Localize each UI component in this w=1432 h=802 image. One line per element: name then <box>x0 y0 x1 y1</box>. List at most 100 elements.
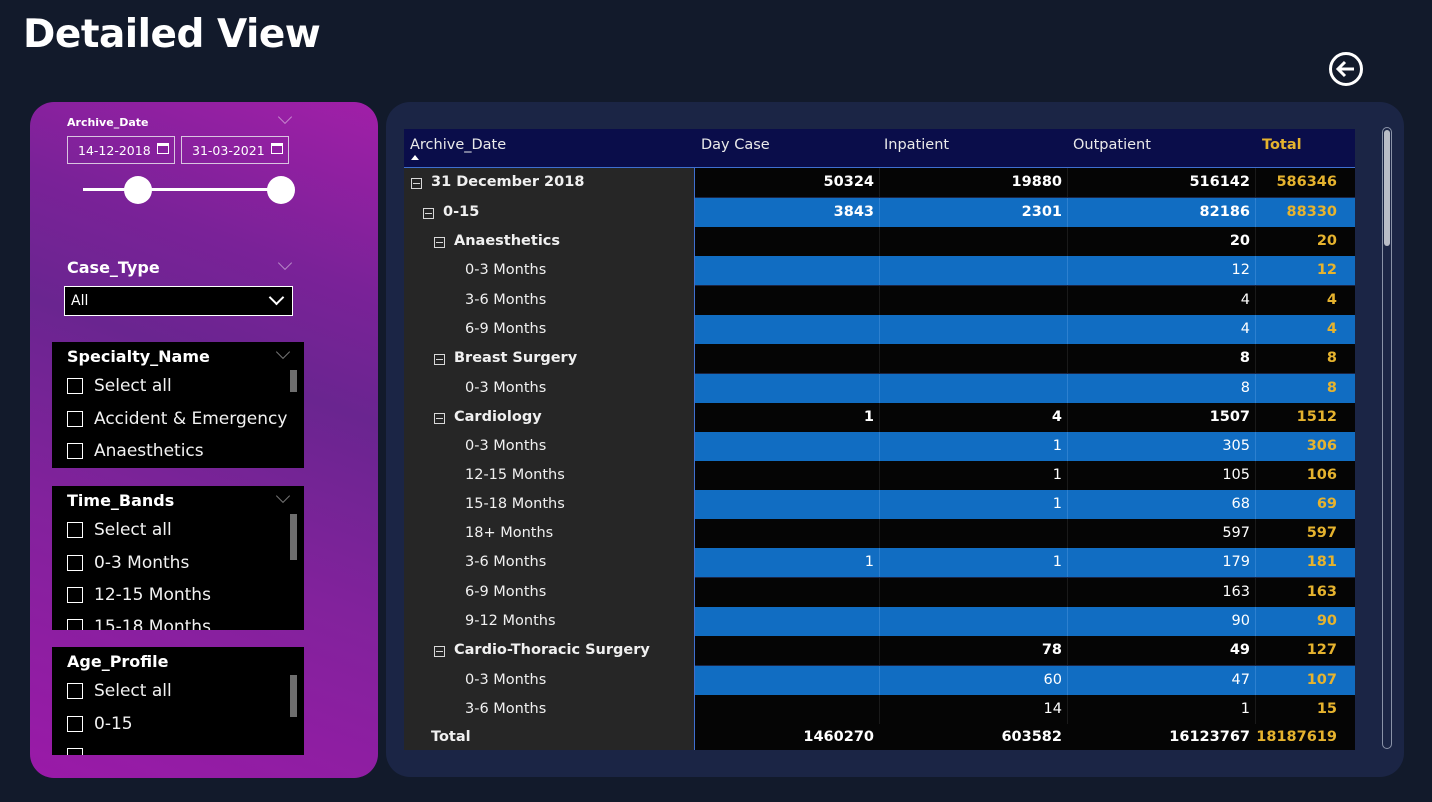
chevron-down-icon[interactable] <box>277 255 293 271</box>
column-header-archive-date[interactable]: Archive_Date <box>410 137 506 153</box>
cell-divider <box>1067 578 1068 607</box>
cell-value: 19880 <box>1011 174 1062 190</box>
end-date-input[interactable]: 31-03-2021 <box>181 136 289 164</box>
date-range-slider-track[interactable] <box>83 188 281 191</box>
checkbox[interactable] <box>67 683 83 699</box>
cell-value: 106 <box>1306 467 1337 483</box>
slicer-option-select-all[interactable]: Select all <box>67 679 172 703</box>
chevron-down-icon[interactable] <box>275 488 291 504</box>
row-label: Breast Surgery <box>454 350 578 366</box>
row-label: 15-18 Months <box>465 496 565 512</box>
slicer-option[interactable]: Accident & Emergency <box>67 407 287 431</box>
matrix-scrollbar[interactable] <box>1382 127 1392 749</box>
cell-value: 12 <box>1316 262 1337 278</box>
date-range-end-thumb[interactable] <box>267 176 295 204</box>
row-label: 0-15 <box>443 204 480 220</box>
cell-divider <box>879 403 880 432</box>
slicer-scrollbar[interactable] <box>290 675 297 717</box>
case-type-label: Case_Type <box>67 258 160 277</box>
cell-divider <box>879 198 880 227</box>
collapse-minus-icon[interactable] <box>434 354 445 365</box>
row-label: Anaesthetics <box>454 233 561 249</box>
checkbox[interactable] <box>67 378 83 394</box>
cell-divider <box>879 578 880 607</box>
slicer-option[interactable]: Anaesthetics <box>67 439 204 463</box>
row-label: 0-3 Months <box>465 262 547 278</box>
cell-value: 1 <box>863 409 874 425</box>
row-label: 6-9 Months <box>465 584 547 600</box>
total-cell-value: 18187619 <box>1256 729 1337 745</box>
specialty-slicer: Specialty_Name Select all Accident & Eme… <box>52 342 304 468</box>
checkbox[interactable] <box>67 587 83 603</box>
total-row-label: Total <box>431 729 471 745</box>
cell-divider <box>1067 666 1068 695</box>
matrix-scrollbar-thumb[interactable] <box>1384 130 1390 246</box>
checkbox[interactable] <box>67 522 83 538</box>
slicer-option[interactable]: 15-18 Months <box>67 615 211 630</box>
slicer-option[interactable]: 12-15 Months <box>67 583 211 607</box>
cell-divider <box>879 666 880 695</box>
cell-value: 163 <box>1306 584 1337 600</box>
calendar-icon[interactable] <box>271 143 283 154</box>
column-header-total[interactable]: Total <box>1262 137 1302 153</box>
cell-divider <box>1067 315 1068 344</box>
checkbox[interactable] <box>67 748 83 755</box>
column-header-day-case[interactable]: Day Case <box>701 137 770 153</box>
collapse-minus-icon[interactable] <box>434 413 445 424</box>
cell-divider <box>1067 695 1068 724</box>
age-profile-slicer-title: Age_Profile <box>67 652 169 671</box>
back-arrow-circle-icon[interactable] <box>1328 51 1364 87</box>
cell-divider <box>1067 461 1068 490</box>
column-header-outpatient[interactable]: Outpatient <box>1073 137 1151 153</box>
slicer-option[interactable]: 0-15 <box>67 712 133 736</box>
cell-divider <box>1067 432 1068 461</box>
cell-divider <box>1067 548 1068 577</box>
slicer-scrollbar[interactable] <box>290 370 297 392</box>
slicer-scrollbar[interactable] <box>290 514 297 560</box>
collapse-minus-icon[interactable] <box>423 208 434 219</box>
cell-divider <box>1067 607 1068 636</box>
checkbox[interactable] <box>67 411 83 427</box>
cell-value: 1512 <box>1296 409 1337 425</box>
cell-value: 8 <box>1326 350 1337 366</box>
slicer-option-select-all[interactable]: Select all <box>67 518 172 542</box>
cell-divider <box>879 490 880 519</box>
column-header-inpatient[interactable]: Inpatient <box>884 137 949 153</box>
cell-divider <box>879 168 880 197</box>
cell-divider <box>879 432 880 461</box>
end-date-value: 31-03-2021 <box>192 143 265 158</box>
cell-value: 69 <box>1316 496 1337 512</box>
checkbox[interactable] <box>67 619 83 630</box>
collapse-minus-icon[interactable] <box>434 646 445 657</box>
slicer-option[interactable]: 0-3 Months <box>67 551 189 575</box>
cell-value: 586346 <box>1276 174 1337 190</box>
checkbox[interactable] <box>67 443 83 459</box>
cell-divider <box>1067 198 1068 227</box>
slicer-option-select-all[interactable]: Select all <box>67 374 172 398</box>
cell-value: 90 <box>1316 613 1337 629</box>
cell-value: 1 <box>1052 496 1062 512</box>
chevron-down-icon[interactable] <box>277 109 293 125</box>
row-label: 6-9 Months <box>465 321 547 337</box>
cell-value: 88330 <box>1286 204 1337 220</box>
checkbox[interactable] <box>67 555 83 571</box>
cell-value: 127 <box>1306 642 1337 658</box>
date-range-start-thumb[interactable] <box>124 176 152 204</box>
chevron-down-icon[interactable] <box>275 344 291 360</box>
cell-divider <box>879 315 880 344</box>
collapse-minus-icon[interactable] <box>434 237 445 248</box>
collapse-minus-icon[interactable] <box>411 178 422 189</box>
checkbox[interactable] <box>67 716 83 732</box>
start-date-input[interactable]: 14-12-2018 <box>67 136 175 164</box>
calendar-icon[interactable] <box>157 143 169 154</box>
cell-value: 107 <box>1306 672 1337 688</box>
cell-value: 4 <box>1051 409 1062 425</box>
sort-ascending-icon <box>411 155 419 160</box>
cell-divider <box>879 461 880 490</box>
cell-value: 1 <box>1052 467 1062 483</box>
matrix-header: Archive_Date Day Case Inpatient Outpatie… <box>404 129 1355 168</box>
slicer-option[interactable] <box>67 744 94 755</box>
case-type-dropdown[interactable]: All <box>64 286 293 316</box>
cell-divider <box>1067 227 1068 256</box>
cell-value: 4 <box>1326 321 1337 337</box>
